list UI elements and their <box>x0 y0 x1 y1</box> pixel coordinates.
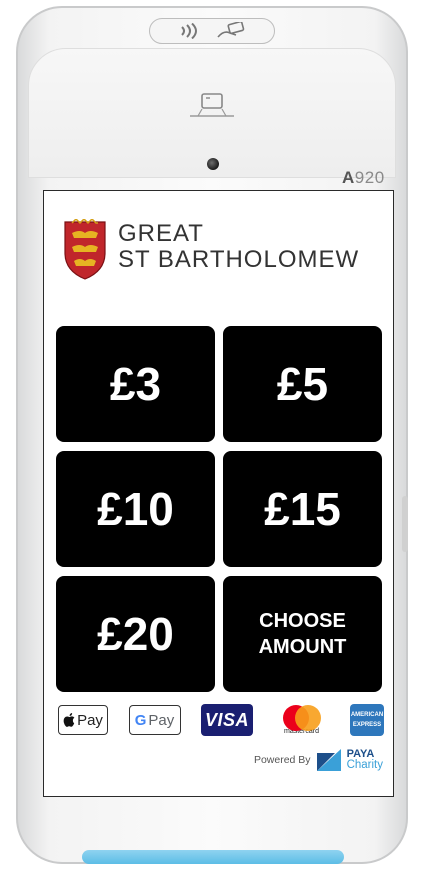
brand-title-line2: ST BARTHOLOMEW <box>118 246 360 273</box>
apple-logo-icon <box>63 713 75 727</box>
google-g-icon: G <box>134 711 147 729</box>
mastercard-badge: mastercard <box>274 705 330 735</box>
provider-subname: Charity <box>346 759 383 771</box>
amount-5-button[interactable]: £5 <box>223 326 382 442</box>
tap-hand-icon <box>217 22 245 38</box>
amount-10-button[interactable]: £10 <box>56 451 215 567</box>
amex-line1: AMERICAN <box>350 712 384 718</box>
brand-header: GREAT ST BARTHOLOMEW <box>62 219 359 281</box>
choose-amount-button[interactable]: CHOOSE AMOUNT <box>223 576 382 692</box>
payment-methods: Pay G Pay VISA mastercard AMERICAN EXPRE… <box>58 703 384 737</box>
apple-pay-label: Pay <box>77 711 103 729</box>
amount-15-button[interactable]: £15 <box>223 451 382 567</box>
visa-badge: VISA <box>201 704 253 736</box>
contactless-indicator <box>149 18 275 44</box>
powered-by: Powered By PAYA Charity <box>254 749 383 771</box>
mastercard-circles-icon <box>281 705 323 731</box>
choose-amount-line2: AMOUNT <box>258 636 347 658</box>
amount-20-button[interactable]: £20 <box>56 576 215 692</box>
model-label: A920 <box>342 168 385 187</box>
apple-pay-badge: Pay <box>58 705 108 735</box>
paya-logo-icon <box>316 749 341 771</box>
camera-lens <box>207 158 219 170</box>
brand-title-line1: GREAT <box>118 220 204 247</box>
amex-line2: EXPRESS <box>352 722 382 728</box>
google-pay-badge: G Pay <box>128 705 181 735</box>
amount-3-button[interactable]: £3 <box>56 326 215 442</box>
status-light-bar <box>82 850 344 864</box>
terminal-screen: GREAT ST BARTHOLOMEW £3 £5 £10 £15 £20 C… <box>43 190 394 797</box>
powered-by-label: Powered By <box>253 754 311 766</box>
google-pay-label: Pay <box>148 711 175 729</box>
contactless-icon <box>181 23 197 39</box>
shield-crest-icon <box>64 219 106 280</box>
card-slot-icon <box>190 93 234 117</box>
amex-badge: AMERICAN EXPRESS <box>350 704 384 736</box>
amount-grid: £3 £5 £10 £15 £20 CHOOSE AMOUNT <box>56 326 382 692</box>
choose-amount-line1: CHOOSE <box>259 610 346 632</box>
side-button[interactable] <box>402 496 408 552</box>
